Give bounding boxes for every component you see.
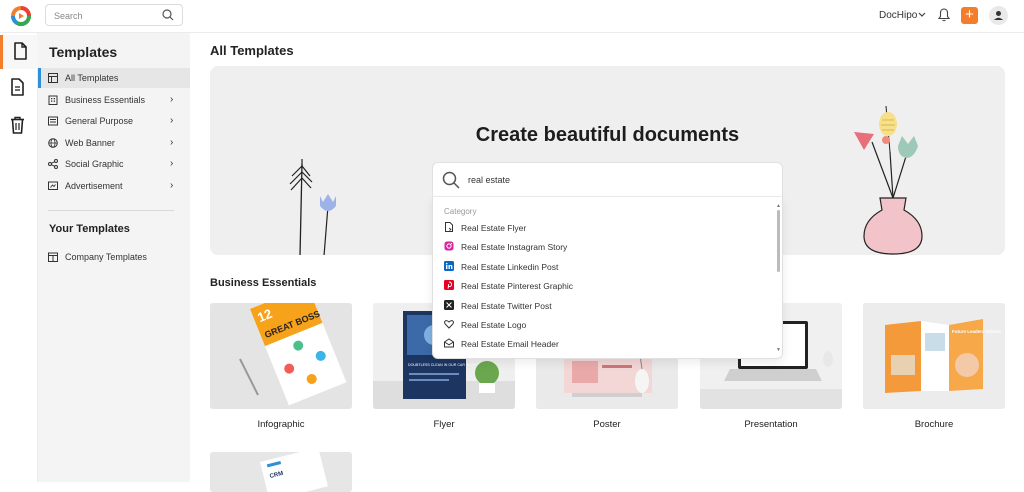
top-bar: DocHipo + (0, 0, 1024, 33)
instagram-icon (444, 241, 454, 251)
trash-icon (11, 116, 24, 134)
sidebar-item-label: Company Templates (65, 252, 147, 262)
user-icon (994, 11, 1003, 20)
sidebar-item-business-essentials[interactable]: Business Essentials › (38, 90, 190, 110)
document-icon (14, 42, 27, 60)
plant-illustration-left-icon (289, 159, 336, 255)
template-search-input[interactable] (468, 173, 758, 187)
search-input[interactable] (54, 8, 154, 23)
suggestion-item[interactable]: Real Estate Pinterest Graphic (433, 276, 773, 295)
card-label: Poster (593, 419, 621, 430)
search-icon[interactable] (442, 171, 460, 189)
chevron-down-icon[interactable] (918, 12, 926, 18)
megaphone-icon (48, 181, 58, 190)
rail-trash[interactable] (0, 109, 38, 143)
your-templates-title: Your Templates (49, 223, 130, 235)
template-search-box (432, 162, 783, 197)
template-card-infographic[interactable]: 12 GREAT BOSS (210, 303, 352, 409)
template-card-crm[interactable]: CRM (210, 452, 352, 492)
brochure-thumbnail: Future Leaders School (863, 303, 1005, 409)
suggestion-item[interactable]: Real Estate Instagram Story (433, 237, 773, 256)
vase-illustration-right-icon (854, 105, 923, 255)
section-title: Business Essentials (210, 277, 317, 289)
dropdown-scrollbar[interactable] (777, 210, 780, 272)
chevron-right-icon: › (170, 137, 174, 148)
building-icon (48, 95, 58, 105)
share-icon (48, 159, 58, 169)
sidebar-item-company-templates[interactable]: Company Templates (38, 247, 190, 267)
chevron-right-icon: › (170, 180, 174, 191)
page-title: All Templates (210, 43, 294, 58)
sidebar-item-advertisement[interactable]: Advertisement › (38, 176, 190, 196)
card-label: Flyer (433, 419, 455, 430)
dochipo-logo-icon[interactable] (10, 5, 32, 27)
sidebar-title: Templates (49, 44, 118, 60)
sidebar-item-general-purpose[interactable]: General Purpose › (38, 111, 190, 131)
suggestion-item[interactable]: Real Estate Logo (433, 315, 773, 334)
sidebar-item-label: Business Essentials (65, 95, 146, 105)
chevron-right-icon: › (170, 94, 174, 105)
sidebar-item-label: Social Graphic (65, 159, 124, 169)
sidebar-divider (48, 210, 174, 211)
suggestion-label: Real Estate Twitter Post (461, 301, 552, 311)
suggestion-item[interactable]: Real Estate Linkedin Post (433, 257, 773, 276)
rail-documents[interactable] (0, 71, 38, 105)
dropdown-category-label: Category (444, 207, 477, 216)
list-icon (48, 116, 58, 126)
linkedin-icon (444, 261, 454, 271)
chevron-right-icon: › (170, 115, 174, 126)
sidebar-item-label: Web Banner (65, 138, 115, 148)
suggestion-label: Real Estate Instagram Story (461, 242, 568, 252)
suggestion-label: Real Estate Pinterest Graphic (461, 281, 573, 291)
sidebar-item-social-graphic[interactable]: Social Graphic › (38, 154, 190, 174)
scroll-up-arrow-icon[interactable]: ▲ (776, 203, 781, 209)
chevron-right-icon: › (170, 158, 174, 169)
sidebar-item-label: All Templates (65, 73, 119, 83)
sidebar-item-web-banner[interactable]: Web Banner › (38, 133, 190, 153)
suggestion-label: Real Estate Flyer (461, 223, 527, 233)
card-label: Infographic (257, 419, 305, 430)
suggestion-label: Real Estate Email Header (461, 339, 559, 349)
suggestion-label: Real Estate Logo (461, 320, 527, 330)
left-rail (0, 33, 38, 482)
search-suggestions-dropdown: Category Real Estate Flyer Real Estate I… (432, 197, 783, 359)
search-icon[interactable] (162, 9, 174, 21)
account-name[interactable]: DocHipo (879, 10, 917, 21)
x-twitter-icon (444, 300, 454, 310)
notification-bell-icon[interactable] (938, 8, 950, 22)
rail-templates[interactable] (0, 35, 38, 69)
template-card-brochure[interactable]: Future Leaders School (863, 303, 1005, 409)
card-label: Brochure (914, 419, 954, 430)
sidebar-item-all-templates[interactable]: All Templates (38, 68, 190, 88)
pinterest-icon (444, 280, 454, 290)
sidebar-item-label: General Purpose (65, 116, 134, 126)
global-search (45, 4, 183, 26)
create-new-button[interactable]: + (961, 7, 978, 24)
flyer-icon (445, 222, 453, 232)
company-icon (48, 252, 58, 262)
suggestion-item[interactable]: Real Estate Flyer (433, 218, 773, 237)
scroll-down-arrow-icon[interactable]: ▼ (776, 347, 781, 353)
heart-icon (444, 320, 454, 329)
infographic-thumbnail: 12 GREAT BOSS (210, 303, 352, 409)
globe-icon (48, 138, 58, 148)
suggestion-item[interactable]: Real Estate Email Header (433, 334, 773, 353)
suggestion-label: Real Estate Linkedin Post (461, 262, 559, 272)
grid-icon (48, 73, 58, 83)
sidebar-item-label: Advertisement (65, 181, 123, 191)
templates-sidebar: Templates All Templates Business Essenti… (38, 33, 190, 482)
suggestion-item[interactable]: Real Estate Twitter Post (433, 296, 773, 315)
brochure-headline: Future Leaders School (952, 329, 1001, 334)
mail-icon (444, 338, 454, 348)
user-avatar-button[interactable] (989, 6, 1008, 25)
crm-thumbnail: CRM (210, 452, 352, 492)
card-label: Presentation (744, 419, 798, 430)
file-text-icon (11, 78, 24, 96)
